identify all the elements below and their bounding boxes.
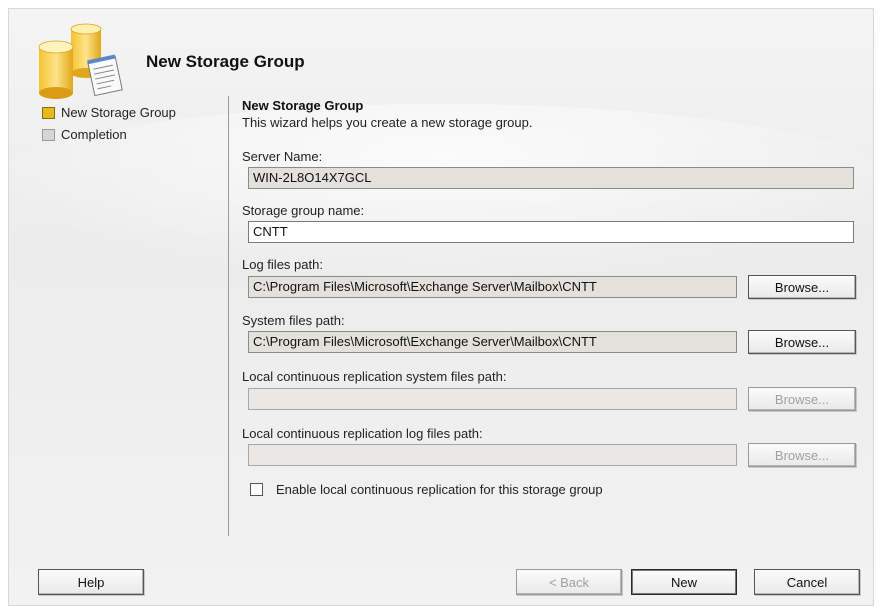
nav-step-new-storage-group: New Storage Group	[42, 105, 176, 120]
log-files-path-label: Log files path:	[242, 257, 323, 272]
back-button: < Back	[516, 569, 622, 595]
inactive-step-icon	[42, 128, 55, 141]
enable-lcr-checkbox[interactable]	[250, 483, 263, 496]
help-button[interactable]: Help	[38, 569, 144, 595]
section-title: New Storage Group	[242, 98, 364, 113]
server-name-label: Server Name:	[242, 149, 323, 164]
nav-step-label: New Storage Group	[61, 105, 176, 120]
section-description: This wizard helps you create a new stora…	[242, 115, 533, 130]
storage-group-name-input[interactable]: CNTT	[248, 221, 854, 243]
system-files-path-field: C:\Program Files\Microsoft\Exchange Serv…	[248, 331, 737, 353]
system-files-browse-button[interactable]: Browse...	[748, 330, 856, 354]
lcr-system-browse-button: Browse...	[748, 387, 856, 411]
vertical-divider	[228, 96, 229, 536]
background-swoosh	[9, 104, 873, 284]
lcr-log-files-path-label: Local continuous replication log files p…	[242, 426, 483, 441]
lcr-system-files-path-label: Local continuous replication system file…	[242, 369, 507, 384]
log-files-path-field: C:\Program Files\Microsoft\Exchange Serv…	[248, 276, 737, 298]
server-name-field: WIN-2L8O14X7GCL	[248, 167, 854, 189]
lcr-system-files-path-field	[248, 388, 737, 410]
lcr-log-files-path-field	[248, 444, 737, 466]
nav-step-completion: Completion	[42, 127, 127, 142]
system-files-path-label: System files path:	[242, 313, 345, 328]
storage-group-name-label: Storage group name:	[242, 203, 365, 218]
cancel-button[interactable]: Cancel	[754, 569, 860, 595]
enable-lcr-label[interactable]: Enable local continuous replication for …	[276, 482, 603, 497]
storage-group-icon	[38, 23, 123, 99]
new-button[interactable]: New	[631, 569, 737, 595]
wizard-title: New Storage Group	[146, 52, 305, 71]
nav-step-label: Completion	[61, 127, 127, 142]
log-files-browse-button[interactable]: Browse...	[748, 275, 856, 299]
page-content: New Storage Group This wizard helps you …	[242, 98, 854, 130]
active-step-icon	[42, 106, 55, 119]
lcr-log-browse-button: Browse...	[748, 443, 856, 467]
